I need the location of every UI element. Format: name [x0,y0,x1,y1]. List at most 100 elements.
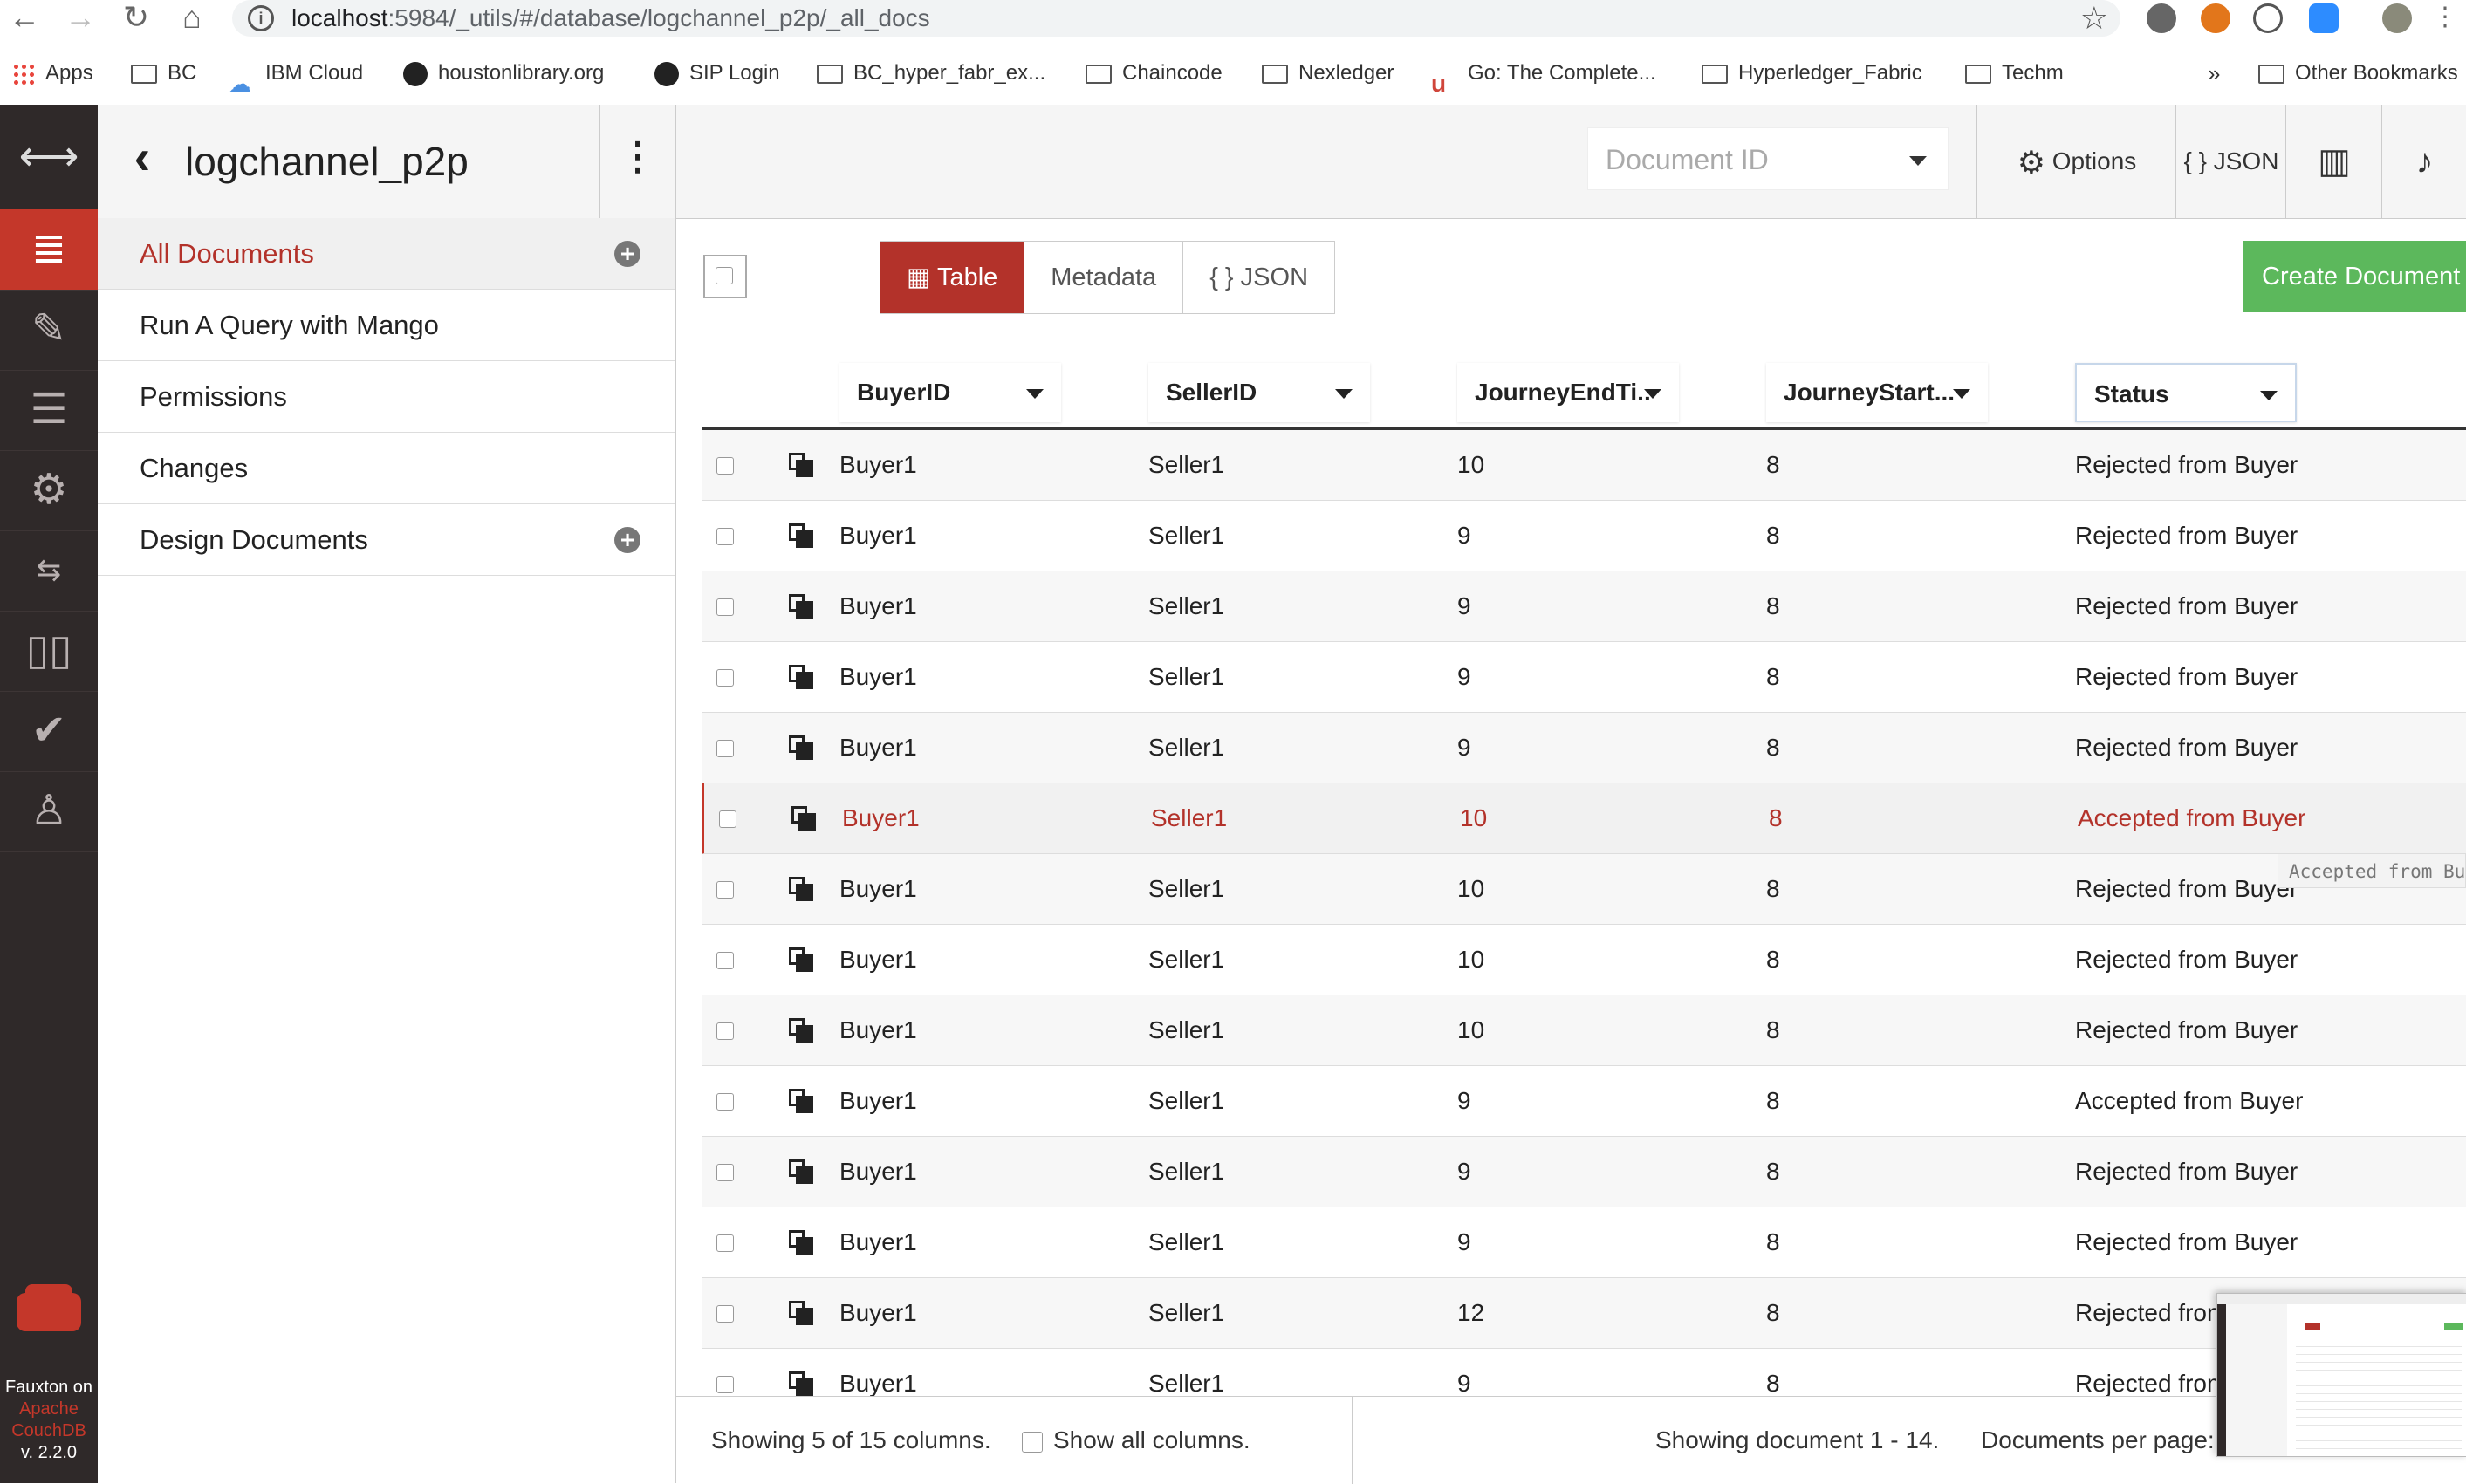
reload-icon[interactable]: ↻ [120,2,152,33]
row-checkbox[interactable] [716,669,734,687]
table-row[interactable]: Buyer1 Seller1 9 8 Rejected from Buyer [702,642,2466,713]
wrench-icon[interactable]: ✎ [0,290,98,371]
table-row[interactable]: Buyer1 Seller1 10 8 Rejected from Buyer [702,925,2466,995]
back-arrow-icon[interactable]: ← [9,2,40,33]
database-icon[interactable]: ≣ [0,209,98,291]
add-icon[interactable]: + [614,241,640,267]
sidebar-item-permissions[interactable]: Permissions [98,361,675,433]
table-row[interactable]: Buyer1 Seller1 9 8 Accepted from Buyer [702,1066,2466,1137]
copy-doc-icon[interactable] [789,1301,813,1325]
replication-icon[interactable]: ⇆ [0,530,98,612]
table-row[interactable]: Buyer1 Seller1 10 8 Rejected from Buyer [702,854,2466,925]
sidebar-item-changes[interactable]: Changes [98,433,675,504]
row-checkbox[interactable] [719,810,736,828]
extension-icon[interactable] [2147,3,2176,33]
row-checkbox[interactable] [716,1305,734,1323]
row-checkbox[interactable] [716,881,734,899]
browser-menu-icon[interactable]: ⋮ [2429,2,2461,33]
copy-doc-icon[interactable] [789,1371,813,1396]
bookmark-bc-hyper-fabr[interactable]: BC_hyper_fabr_ex... [817,54,1045,92]
table-row[interactable]: Buyer1 Seller1 10 8 Accepted from Buyer [702,783,2466,854]
copy-doc-icon[interactable] [789,735,813,760]
row-checkbox[interactable] [716,1234,734,1252]
bookmark-star-icon[interactable]: ☆ [2080,0,2108,37]
forward-arrow-icon[interactable]: → [65,2,96,33]
column-header-sellerid[interactable]: SellerID [1148,363,1370,422]
copy-doc-icon[interactable] [789,1089,813,1113]
bookmark-hyperledger-fabric[interactable]: Hyperledger_Fabric [1702,54,1922,92]
table-row[interactable]: Buyer1 Seller1 9 8 Rejected from Buyer [702,1207,2466,1278]
tab-metadata[interactable]: Metadata [1024,242,1183,313]
check-circle-icon[interactable]: ✔ [0,691,98,772]
copy-doc-icon[interactable] [789,453,813,477]
home-icon[interactable]: ⌂ [176,2,208,33]
bookmark-techm[interactable]: Techm [1965,54,2064,92]
copy-doc-icon[interactable] [789,947,813,972]
list-icon[interactable]: ☰ [0,370,98,451]
docs-book-icon[interactable]: ▥ [2285,105,2382,218]
bookmark-houstonlibrary[interactable]: houstonlibrary.org [403,54,604,92]
copy-doc-icon[interactable] [791,806,816,831]
bookmark-bc[interactable]: BC [131,54,196,92]
sidebar-item-mango-query[interactable]: Run A Query with Mango [98,290,675,361]
json-button[interactable]: { } JSON [2175,105,2286,218]
row-checkbox[interactable] [716,528,734,545]
tab-json[interactable]: { } JSON [1182,242,1335,313]
book-icon[interactable]: ▯▯ [0,611,98,692]
table-row[interactable]: Buyer1 Seller1 10 8 Rejected from Buyer [702,430,2466,501]
table-row[interactable]: Buyer1 Seller1 10 8 Rejected from Buyer [702,995,2466,1066]
notification-bell-icon[interactable]: ♪ [2381,105,2466,218]
copy-doc-icon[interactable] [789,1018,813,1043]
bookmark-chaincode[interactable]: Chaincode [1086,54,1223,92]
row-checkbox[interactable] [716,1022,734,1040]
bookmarks-overflow[interactable]: » [2208,54,2220,92]
sidebar-item-design-documents[interactable]: Design Documents + [98,504,675,576]
create-document-button[interactable]: Create Document [2243,241,2466,312]
user-icon[interactable]: ♙ [0,771,98,852]
column-header-status[interactable]: Status [2075,363,2297,422]
back-chevron-icon[interactable]: ‹ [112,105,173,218]
column-header-journeystart[interactable]: JourneyStart... [1766,363,1988,422]
screenshot-thumbnail[interactable] [2216,1293,2466,1457]
metamask-icon[interactable] [2201,3,2230,33]
profile-avatar[interactable] [2382,3,2412,33]
zoom-icon[interactable] [2309,3,2339,33]
row-checkbox[interactable] [716,952,734,969]
bookmark-sip-login[interactable]: SIP Login [654,54,780,92]
more-options-icon[interactable]: ⋮ [599,105,675,218]
gear-icon[interactable]: ⚙ [0,450,98,531]
row-checkbox[interactable] [716,1164,734,1181]
column-header-journeyendtime[interactable]: JourneyEndTi.. [1457,363,1679,422]
url-text[interactable]: localhost:5984/_utils/#/database/logchan… [291,0,930,37]
bookmark-go-complete[interactable]: u Go: The Complete... [1431,54,1656,97]
table-row[interactable]: Buyer1 Seller1 12 8 Rejected from [702,1278,2466,1349]
info-icon[interactable]: i [248,5,274,31]
copy-doc-icon[interactable] [789,523,813,548]
show-all-checkbox[interactable] [1022,1431,1043,1453]
copy-doc-icon[interactable] [789,1159,813,1184]
document-id-select[interactable]: Document ID [1587,127,1949,190]
select-all-checkbox[interactable] [703,255,747,298]
show-all-columns-toggle[interactable]: Show all columns. [1022,1397,1250,1484]
row-checkbox[interactable] [716,598,734,616]
row-checkbox[interactable] [716,1376,734,1393]
table-row[interactable]: Buyer1 Seller1 9 8 Rejected from Buyer [702,501,2466,571]
history-icon[interactable] [2253,3,2283,33]
copy-doc-icon[interactable] [789,594,813,619]
copy-doc-icon[interactable] [789,1230,813,1255]
tab-table[interactable]: ▦ Table [880,242,1024,313]
row-checkbox[interactable] [716,457,734,475]
table-row[interactable]: Buyer1 Seller1 9 8 Rejected from Buyer [702,571,2466,642]
options-button[interactable]: ⚙ Options [1976,105,2176,218]
table-row[interactable]: Buyer1 Seller1 9 8 Rejected from Buyer [702,1137,2466,1207]
table-row[interactable]: Buyer1 Seller1 9 8 Rejected from Buyer [702,713,2466,783]
expand-arrows-icon[interactable]: ⟷ [0,105,98,210]
table-row[interactable]: Buyer1 Seller1 9 8 Rejected from [702,1349,2466,1396]
row-checkbox[interactable] [716,1093,734,1111]
address-bar[interactable]: i localhost:5984/_utils/#/database/logch… [232,0,2120,37]
bookmark-other[interactable]: Other Bookmarks [2258,54,2458,92]
add-icon[interactable]: + [614,527,640,553]
bookmark-ibm-cloud[interactable]: ☁ IBM Cloud [229,54,363,97]
row-checkbox[interactable] [716,740,734,757]
bookmark-apps[interactable]: Apps [12,54,93,92]
